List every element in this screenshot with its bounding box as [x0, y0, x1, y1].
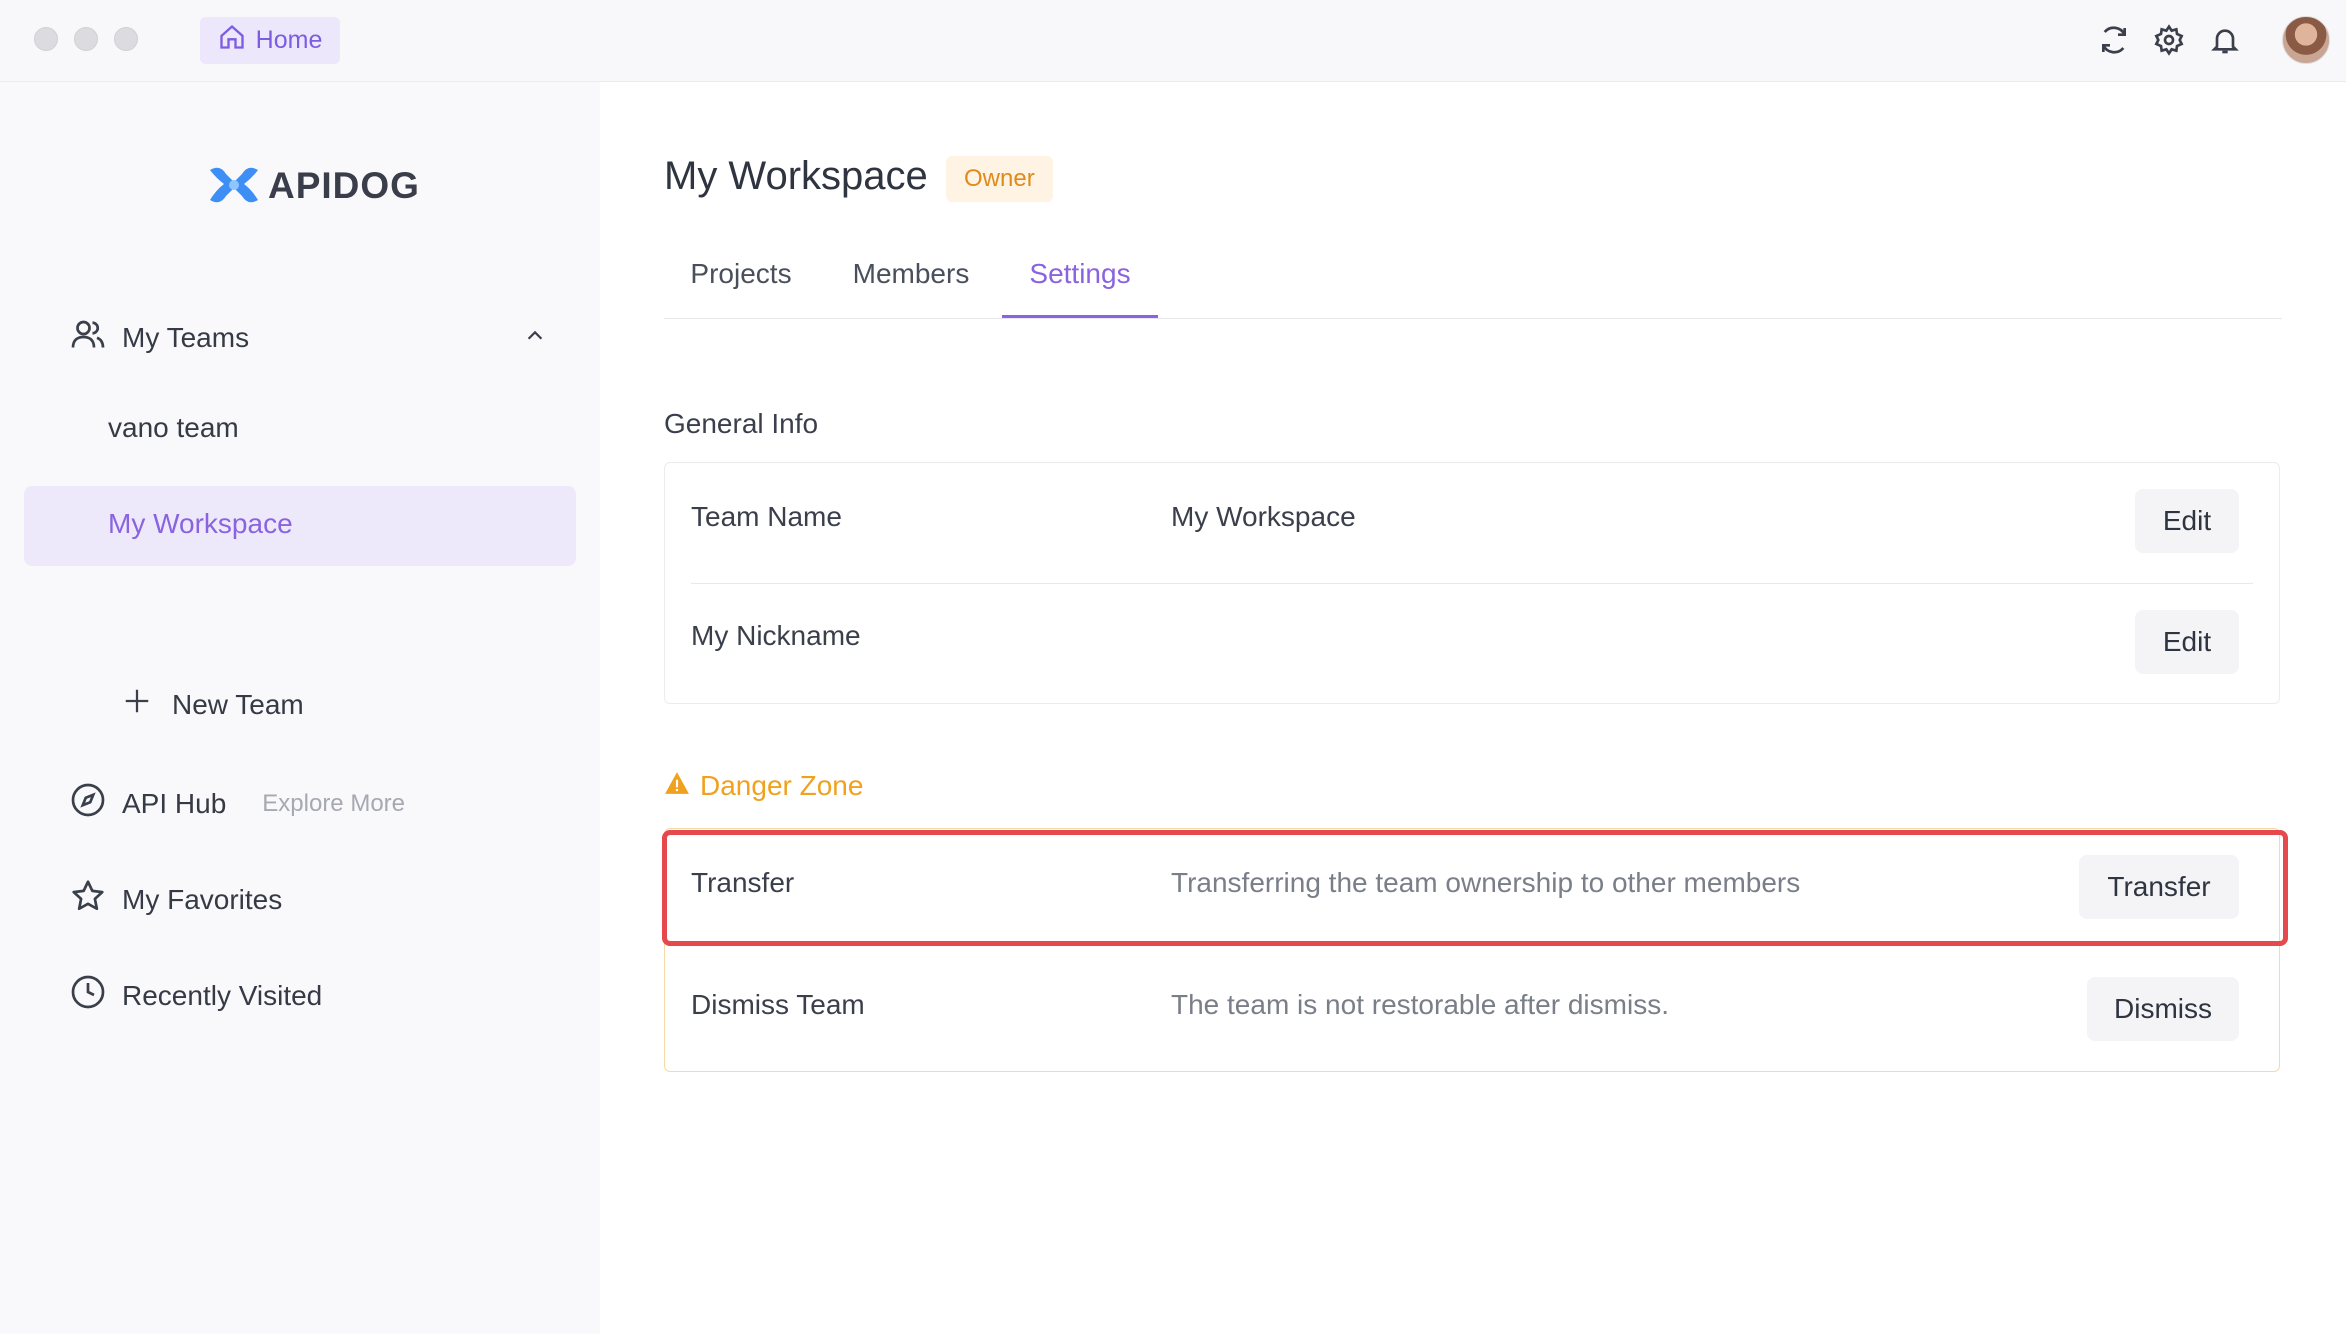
general-info-card: Team Name My Workspace Edit My Nickname …	[664, 462, 2280, 704]
gear-icon[interactable]	[2151, 22, 2187, 58]
dismiss-team-label: Dismiss Team	[691, 989, 865, 1020]
compass-icon	[70, 782, 106, 825]
dismiss-team-row: Dismiss Team The team is not restorable …	[665, 949, 2279, 1071]
main-content: My Workspace Owner Projects Members Sett…	[600, 82, 2346, 1334]
edit-nickname-button[interactable]: Edit	[2135, 610, 2239, 674]
dismiss-button[interactable]: Dismiss	[2087, 977, 2239, 1041]
users-icon	[70, 316, 106, 359]
api-hub-label: API Hub	[122, 787, 227, 819]
clock-icon	[70, 974, 106, 1017]
danger-zone-heading: Danger Zone	[664, 770, 863, 802]
team-item-my-workspace-label: My Workspace	[108, 508, 293, 539]
home-icon	[218, 23, 246, 58]
api-hub-link[interactable]: API Hub Explore More	[70, 782, 405, 825]
star-icon	[70, 878, 106, 921]
sync-icon[interactable]	[2096, 22, 2132, 58]
general-info-heading: General Info	[664, 408, 819, 439]
team-name-value: My Workspace	[1171, 501, 1356, 532]
page-title: My Workspace	[664, 154, 928, 198]
logo-text: APIDOG	[268, 165, 420, 206]
dismiss-team-description: The team is not restorable after dismiss…	[1171, 989, 1669, 1020]
tab-projects[interactable]: Projects	[664, 258, 818, 318]
recently-visited-label: Recently Visited	[122, 979, 323, 1011]
nickname-row: My Nickname Edit	[665, 584, 2279, 704]
apidog-logo: APIDOG	[206, 160, 420, 212]
edit-team-name-button[interactable]: Edit	[2135, 489, 2239, 553]
tab-settings[interactable]: Settings	[1002, 258, 1158, 318]
window-maximize-button[interactable]	[114, 27, 138, 51]
recently-visited-link[interactable]: Recently Visited	[70, 974, 322, 1017]
my-favorites-label: My Favorites	[122, 883, 283, 915]
role-badge: Owner	[946, 156, 1053, 202]
danger-zone-title: Danger Zone	[700, 770, 864, 801]
home-tab-label: Home	[255, 26, 323, 54]
home-tab[interactable]: Home	[200, 17, 340, 64]
team-item-vano-team[interactable]: vano team	[108, 412, 239, 444]
highlight-box	[662, 830, 2288, 946]
my-teams-toggle[interactable]: My Teams	[70, 316, 546, 359]
plus-icon	[122, 686, 152, 723]
window-close-button[interactable]	[34, 27, 58, 51]
apidog-logo-icon	[210, 167, 258, 203]
team-name-row: Team Name My Workspace Edit	[665, 463, 2279, 583]
my-favorites-link[interactable]: My Favorites	[70, 878, 282, 921]
window-minimize-button[interactable]	[74, 27, 98, 51]
team-item-my-workspace[interactable]	[24, 486, 576, 566]
user-avatar[interactable]	[2282, 16, 2330, 64]
tab-bar: Projects Members Settings	[664, 258, 2282, 319]
tab-members[interactable]: Members	[818, 258, 1004, 318]
team-name-label: Team Name	[691, 501, 842, 532]
warning-icon	[664, 770, 690, 802]
sidebar: APIDOG My Teams vano team My Workspace N…	[0, 82, 600, 1334]
new-team-button[interactable]: New Team	[122, 686, 304, 723]
bell-icon[interactable]	[2207, 22, 2243, 58]
nickname-label: My Nickname	[691, 620, 861, 651]
title-bar: Home	[0, 0, 2346, 82]
my-teams-label: My Teams	[122, 321, 250, 353]
new-team-label: New Team	[172, 688, 304, 720]
chevron-up-icon[interactable]	[524, 322, 546, 354]
api-hub-hint: Explore More	[262, 789, 406, 817]
